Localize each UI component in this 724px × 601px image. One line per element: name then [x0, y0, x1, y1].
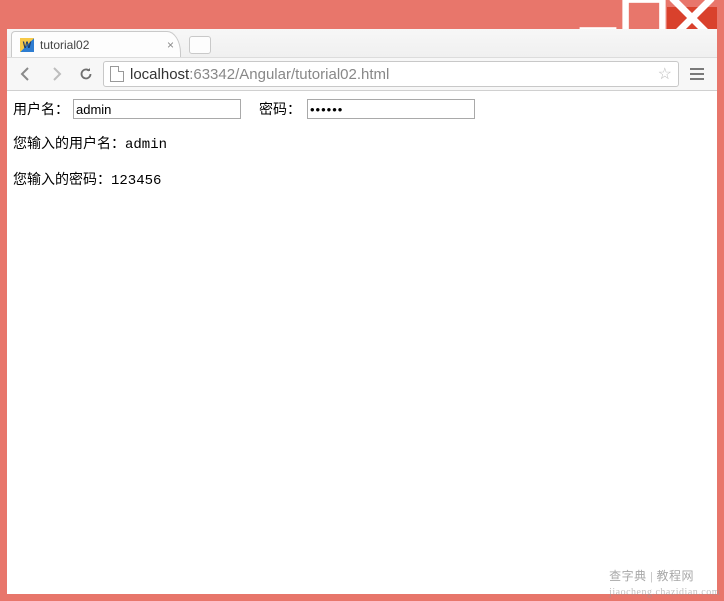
address-bar[interactable]: localhost:63342/Angular/tutorial02.html …	[103, 61, 679, 87]
browser-toolbar: localhost:63342/Angular/tutorial02.html …	[7, 57, 717, 91]
favicon-icon: W	[20, 38, 34, 52]
bookmark-star-icon[interactable]: ☆	[658, 64, 672, 84]
new-tab-button[interactable]	[189, 36, 211, 54]
hamburger-menu-button[interactable]	[683, 61, 711, 87]
output-username-value: admin	[125, 137, 167, 153]
url-text: localhost:63342/Angular/tutorial02.html	[130, 66, 389, 83]
tab-close-icon[interactable]: ×	[167, 38, 174, 52]
reload-button[interactable]	[73, 61, 99, 87]
window-close-button[interactable]	[667, 7, 717, 29]
output-username-line: 您输入的用户名：admin	[13, 133, 711, 153]
output-password-line: 您输入的密码：123456	[13, 169, 711, 189]
window-maximize-button[interactable]	[621, 7, 667, 29]
username-input[interactable]	[73, 99, 241, 119]
url-path: /Angular/tutorial02.html	[235, 66, 389, 83]
output-password-prefix: 您输入的密码：	[13, 173, 111, 188]
forward-button[interactable]	[43, 61, 69, 87]
page-content: 用户名： 密码： 您输入的用户名：admin 您输入的密码：123456	[7, 91, 717, 594]
browser-window: W tutorial02 × localhost:63342/Angular/t…	[7, 7, 717, 594]
url-host: localhost	[130, 66, 189, 83]
password-label: 密码：	[259, 99, 301, 119]
output-username-prefix: 您输入的用户名：	[13, 137, 125, 152]
output-password-value: 123456	[111, 173, 161, 189]
login-form-row: 用户名： 密码：	[13, 99, 711, 119]
browser-tab[interactable]: W tutorial02 ×	[11, 31, 181, 57]
username-label: 用户名：	[13, 99, 69, 119]
tab-title: tutorial02	[40, 38, 89, 52]
page-icon	[110, 66, 124, 82]
tab-strip: W tutorial02 ×	[7, 29, 717, 57]
url-port: :63342	[189, 66, 235, 83]
window-titlebar	[7, 7, 717, 29]
back-button[interactable]	[13, 61, 39, 87]
password-input[interactable]	[307, 99, 475, 119]
window-minimize-button[interactable]	[575, 7, 621, 29]
